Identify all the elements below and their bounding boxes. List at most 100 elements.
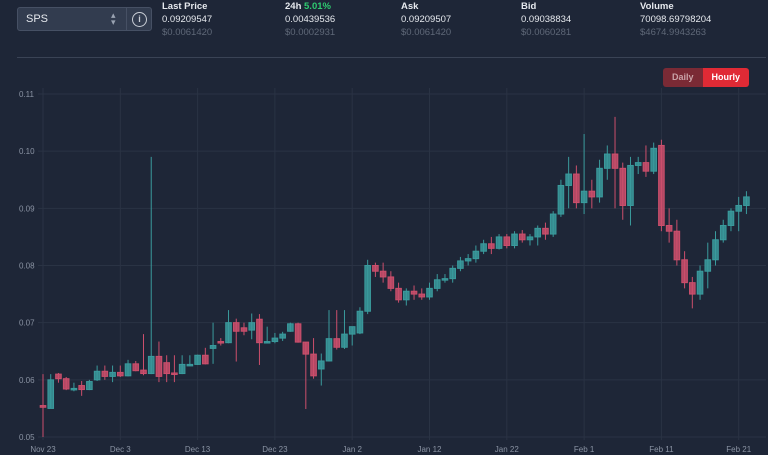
candle xyxy=(263,326,271,344)
candle-body xyxy=(696,270,704,295)
candle xyxy=(39,374,47,437)
candle xyxy=(279,331,286,341)
x-tick-label: Nov 23 xyxy=(30,445,56,454)
candle-body xyxy=(78,385,85,391)
candle-body xyxy=(464,258,472,262)
candle-body xyxy=(433,279,441,289)
candle xyxy=(743,191,750,215)
candle xyxy=(488,236,495,255)
candle-body xyxy=(689,282,696,295)
candle xyxy=(627,156,634,226)
y-tick-label: 0.09 xyxy=(19,204,35,213)
candle-body xyxy=(140,369,147,375)
candle xyxy=(47,374,55,409)
candle-body xyxy=(39,405,47,408)
candle-body xyxy=(634,162,642,166)
candle xyxy=(619,162,627,220)
candle xyxy=(634,156,642,175)
candle xyxy=(526,234,534,246)
y-tick-label: 0.05 xyxy=(19,433,35,442)
candle xyxy=(565,156,572,209)
candle xyxy=(542,222,549,240)
candle-body xyxy=(549,213,557,235)
candle-body xyxy=(518,233,526,241)
candle-body xyxy=(727,210,735,226)
candle xyxy=(78,380,85,396)
candle-body xyxy=(719,224,727,241)
candle xyxy=(696,265,704,300)
candle xyxy=(449,265,456,283)
candle xyxy=(518,230,526,243)
candle xyxy=(650,142,657,175)
candle xyxy=(395,282,402,303)
candle xyxy=(426,282,433,300)
candle-body xyxy=(441,278,449,281)
candle xyxy=(441,274,449,283)
candle xyxy=(464,254,472,266)
x-tick-label: Dec 13 xyxy=(185,445,211,454)
candle-body xyxy=(333,338,341,348)
candle-body xyxy=(194,354,201,365)
candle xyxy=(310,338,317,379)
candle xyxy=(348,326,356,346)
candle-body xyxy=(480,243,487,252)
candle-body xyxy=(178,363,186,375)
candle xyxy=(418,288,426,300)
candle-body xyxy=(580,190,588,204)
candle-body xyxy=(117,371,124,377)
x-tick-label: Feb 1 xyxy=(574,445,595,454)
candle-body xyxy=(557,184,565,215)
candle xyxy=(240,322,248,336)
candle xyxy=(596,159,603,203)
candle-body xyxy=(356,310,364,334)
candle-body xyxy=(511,233,518,246)
candle xyxy=(480,239,487,255)
y-tick-label: 0.10 xyxy=(19,147,35,156)
candle-body xyxy=(325,338,333,362)
candle xyxy=(317,353,325,386)
candle-body xyxy=(271,337,279,343)
candle xyxy=(665,208,673,243)
candle-body xyxy=(232,322,240,332)
candle-body xyxy=(171,372,178,375)
candle xyxy=(704,242,712,289)
candle-body xyxy=(426,287,433,298)
candle-body xyxy=(495,236,503,249)
y-tick-label: 0.06 xyxy=(19,376,35,385)
candle-body xyxy=(124,363,132,377)
candle xyxy=(86,379,93,391)
candle-body xyxy=(565,173,572,186)
candle-body xyxy=(712,239,719,261)
candle-body xyxy=(673,230,681,261)
candle xyxy=(511,231,518,249)
candle xyxy=(372,262,379,277)
candle-body xyxy=(596,167,603,198)
candle xyxy=(132,360,140,372)
candle-body xyxy=(86,381,93,391)
candle xyxy=(472,245,480,263)
candle-body xyxy=(619,167,627,206)
candle-body xyxy=(202,354,209,365)
candle-body xyxy=(217,341,225,344)
candle-body xyxy=(372,265,379,272)
x-tick-label: Jan 2 xyxy=(342,445,362,454)
x-tick-label: Jan 22 xyxy=(495,445,520,454)
candle-body xyxy=(93,370,101,381)
y-tick-label: 0.11 xyxy=(19,90,35,99)
candle-body xyxy=(62,378,70,390)
candle xyxy=(117,365,124,377)
x-tick-label: Feb 11 xyxy=(649,445,674,454)
candle-body xyxy=(418,293,426,298)
candle xyxy=(140,334,147,376)
candle xyxy=(673,219,681,266)
candle xyxy=(503,234,511,249)
candle-body xyxy=(611,153,619,169)
candle xyxy=(62,376,70,391)
candle-body xyxy=(650,147,657,172)
candle-body xyxy=(573,173,580,204)
candle xyxy=(727,208,735,232)
candle xyxy=(294,322,302,343)
candle-body xyxy=(109,371,116,377)
candle xyxy=(202,347,209,365)
candlestick-chart[interactable]: 0.05 0.06 0.07 0.08 0.09 0.10 0.11 Nov 23 Dec 3 D… xyxy=(0,0,768,455)
